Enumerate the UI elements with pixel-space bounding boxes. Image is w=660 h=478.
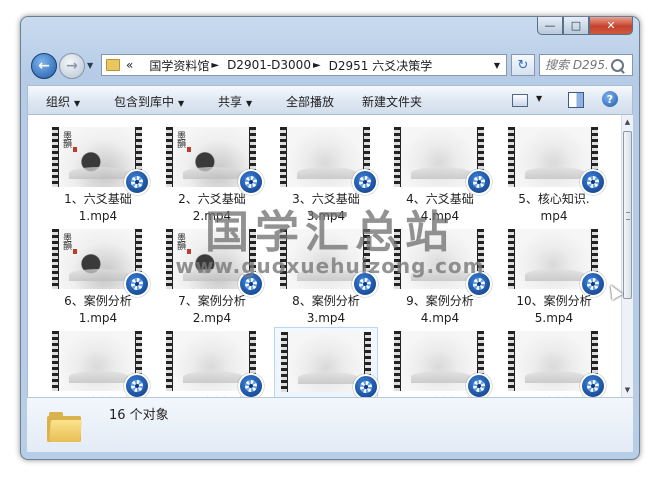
file-item[interactable]: 墨韻 6、案例分析 1.mp4: [46, 225, 150, 325]
share-menu[interactable]: 共享 ▼: [218, 93, 252, 110]
organize-menu[interactable]: 组织 ▼: [46, 93, 80, 110]
file-item[interactable]: 9、案例分析 4.mp4: [388, 225, 492, 325]
history-dropdown-icon[interactable]: ▼: [87, 61, 93, 70]
file-item[interactable]: 5、核心知识. mp4: [502, 123, 606, 223]
minimize-button[interactable]: —: [537, 17, 563, 35]
chevron-down-icon: ▼: [178, 99, 185, 108]
file-item[interactable]: 墨韻 7、案例分析 2.mp4: [160, 225, 264, 325]
video-thumbnail: 墨韻: [52, 229, 150, 297]
preview-pane-icon[interactable]: [568, 92, 584, 108]
video-thumbnail: [508, 331, 606, 397]
file-item[interactable]: 墨韻 1、六爻基础 1.mp4: [46, 123, 150, 223]
file-name: 3、六爻基础 3.mp4: [292, 192, 360, 223]
file-name: 7、案例分析 2.mp4: [178, 294, 246, 325]
media-player-icon: [238, 373, 264, 397]
address-bar[interactable]: « 国学资料馆 ► D2901-D3000 ► D2951 六爻决策学 ▼: [101, 54, 507, 76]
scroll-down-icon[interactable]: ▼: [622, 386, 633, 394]
refresh-button[interactable]: ↻: [511, 54, 535, 76]
file-name: 9、案例分析 4.mp4: [406, 294, 474, 325]
video-thumbnail: [508, 127, 606, 195]
vertical-scrollbar[interactable]: ▲ ▼: [621, 115, 633, 397]
view-dropdown-icon[interactable]: ▼: [536, 94, 542, 103]
search-box[interactable]: [539, 54, 633, 76]
chevron-right-icon[interactable]: ►: [211, 60, 219, 71]
navigation-bar: ← → ▼ « 国学资料馆 ► D2901-D3000 ► D2951 六爻决策…: [27, 53, 633, 81]
chevron-right-icon[interactable]: ►: [313, 60, 321, 71]
video-thumbnail: 墨韻: [166, 127, 264, 195]
window-caption-buttons: — □ ✕: [537, 17, 633, 35]
file-item[interactable]: 3、六爻基础 3.mp4: [274, 123, 378, 223]
file-item[interactable]: 8、案例分析 3.mp4: [274, 225, 378, 325]
scrollbar-thumb[interactable]: [623, 131, 632, 299]
video-thumbnail: [280, 127, 378, 195]
explorer-window: — □ ✕ ← → ▼ « 国学资料馆 ► D2901-D3000 ► D295…: [20, 16, 640, 460]
video-thumbnail: 墨韻: [52, 127, 150, 195]
video-thumbnail: 墨韻: [166, 229, 264, 297]
chevron-down-icon: ▼: [246, 99, 253, 108]
search-icon[interactable]: [611, 58, 624, 72]
file-name: 1、六爻基础 1.mp4: [64, 192, 132, 223]
breadcrumb-item-range[interactable]: D2901-D3000: [227, 58, 311, 72]
play-all-button[interactable]: 全部播放: [286, 93, 334, 110]
media-player-icon: [124, 373, 150, 397]
file-item[interactable]: 墨韻 2、六爻基础 2.mp4: [160, 123, 264, 223]
file-name: 8、案例分析 3.mp4: [292, 294, 360, 325]
file-name: 10、案例分析 5.mp4: [516, 294, 592, 325]
refresh-icon: ↻: [517, 57, 529, 73]
video-thumbnail: [508, 229, 606, 297]
video-thumbnail: [394, 229, 492, 297]
file-name: 4、六爻基础 4.mp4: [406, 192, 474, 223]
close-button[interactable]: ✕: [589, 17, 633, 35]
search-input[interactable]: [545, 58, 607, 72]
breadcrumb-overflow[interactable]: «: [126, 58, 133, 72]
item-count: 16 个对象: [109, 408, 169, 423]
file-item[interactable]: 4、六爻基础 4.mp4: [388, 123, 492, 223]
file-list: 墨韻 1、六爻基础 1.mp4 墨韻 2、六爻基础 2.mp4 3、六爻基础 3.mp4…: [27, 115, 622, 397]
video-thumbnail: [394, 127, 492, 195]
breadcrumb-item-current[interactable]: D2951 六爻决策学: [329, 57, 433, 74]
file-name: 5、核心知识. mp4: [518, 192, 590, 223]
video-thumbnail: [281, 332, 379, 397]
file-item[interactable]: 15、案例分析: [502, 327, 606, 397]
media-player-icon: [353, 374, 379, 397]
file-item[interactable]: 14、案例分析: [388, 327, 492, 397]
file-item[interactable]: 10、案例分析 5.mp4: [502, 225, 606, 325]
include-in-library-menu[interactable]: 包含到库中 ▼: [114, 93, 184, 110]
file-item[interactable]: 12、案例分析: [160, 327, 264, 397]
maximize-button[interactable]: □: [563, 17, 589, 35]
back-arrow-icon[interactable]: ←: [31, 53, 57, 79]
address-dropdown-icon[interactable]: ▼: [494, 61, 500, 70]
video-thumbnail: [394, 331, 492, 397]
folder-icon: [47, 412, 82, 442]
change-view-icon[interactable]: [512, 94, 528, 107]
file-item[interactable]: 13、案例分析: [274, 327, 379, 397]
scroll-up-icon[interactable]: ▲: [622, 118, 633, 126]
folder-icon: [106, 59, 120, 71]
media-player-icon: [466, 373, 492, 397]
command-toolbar: 组织 ▼ 包含到库中 ▼ 共享 ▼ 全部播放 新建文件夹 ▼ ?: [27, 85, 633, 115]
video-thumbnail: [52, 331, 150, 397]
file-item[interactable]: 11、案例分析: [46, 327, 150, 397]
details-pane: 16 个对象: [27, 397, 633, 452]
media-player-icon: [580, 373, 606, 397]
video-thumbnail: [166, 331, 264, 397]
file-name: 6、案例分析 1.mp4: [64, 294, 132, 325]
chevron-down-icon: ▼: [74, 99, 81, 108]
new-folder-button[interactable]: 新建文件夹: [362, 93, 422, 110]
forward-arrow-icon[interactable]: →: [59, 53, 85, 79]
help-icon[interactable]: ?: [602, 91, 618, 107]
video-thumbnail: [280, 229, 378, 297]
file-name: 2、六爻基础 2.mp4: [178, 192, 246, 223]
breadcrumb-item-root[interactable]: 国学资料馆: [149, 57, 209, 74]
